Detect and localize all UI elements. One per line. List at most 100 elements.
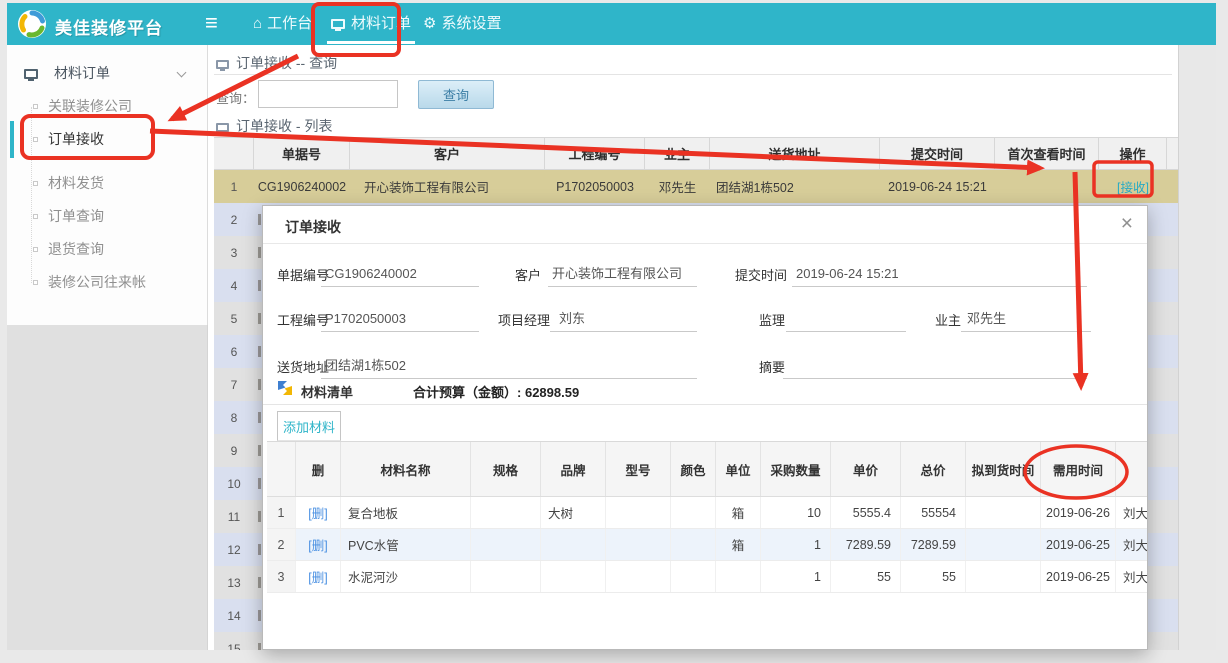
material-cell-eta <box>966 497 1041 528</box>
material-column-规格: 规格 <box>471 442 541 496</box>
dialog-title: 订单接收 <box>285 217 341 237</box>
row-text-fragment <box>258 214 261 225</box>
table-row[interactable]: 1CG1906240002开心装饰工程有限公司P1702050003邓先生团结湖… <box>214 170 1178 203</box>
row-text-fragment <box>258 577 261 588</box>
material-cell-unit: 箱 <box>716 529 761 560</box>
material-cell-name: 复合地板 <box>341 497 471 528</box>
row-cell-project_no: P1702050003 <box>545 170 645 203</box>
orders-table-header: 单据号客户工程编号业主送货地址提交时间首次查看时间操作 <box>214 137 1178 170</box>
row-number: 2 <box>214 203 254 236</box>
bullet-icon <box>33 247 38 252</box>
bullet-icon <box>33 104 38 109</box>
column-header-提交时间: 提交时间 <box>880 138 995 169</box>
material-cell-unit <box>716 561 761 592</box>
column-header-客户: 客户 <box>350 138 545 169</box>
material-column-单价: 单价 <box>831 442 901 496</box>
material-cell-unit: 箱 <box>716 497 761 528</box>
material-cell-color <box>671 497 716 528</box>
dialog-titlebar <box>263 206 1147 244</box>
sidebar-item-label: 关联装修公司 <box>48 98 132 114</box>
row-number: 15 <box>214 632 254 650</box>
material-column-blank <box>1116 442 1148 496</box>
material-cell-total: 55 <box>901 561 966 592</box>
delete-link[interactable]: [删] <box>308 535 327 554</box>
column-header-单据号: 单据号 <box>254 138 350 169</box>
summary-field[interactable] <box>783 354 1087 379</box>
row-cell-address: 团结湖1栋502 <box>710 170 880 203</box>
sidebar-item-label: 退货查询 <box>48 241 104 257</box>
monitor-icon <box>216 123 229 132</box>
add-material-button[interactable]: 添加材料 <box>277 411 341 441</box>
row-number: 9 <box>214 434 254 467</box>
material-cell-model <box>606 497 671 528</box>
column-header-操作: 操作 <box>1099 138 1167 169</box>
material-cell-extra: 刘大 <box>1116 529 1148 560</box>
nav-item-1[interactable]: ⌂工作台 <box>253 3 312 45</box>
receive-link[interactable]: [接收] <box>1117 177 1149 196</box>
materials-table: 删材料名称规格品牌型号颜色单位采购数量单价总价拟到货时间需用时间 1[删]复合地… <box>267 441 1148 593</box>
customer-field[interactable]: 开心装饰工程有限公司 <box>548 262 697 287</box>
project-no-value: P1702050003 <box>321 307 406 331</box>
material-cell-del[interactable]: [删] <box>296 497 341 528</box>
material-column-型号: 型号 <box>606 442 671 496</box>
owner-field[interactable]: 邓先生 <box>961 307 1091 332</box>
receive-action-cell[interactable]: [接收] <box>1099 170 1167 203</box>
divider <box>214 74 1172 75</box>
query-label: 查询： <box>216 88 255 107</box>
query-input[interactable] <box>258 80 398 108</box>
nav-item-2[interactable]: 材料订单 <box>331 3 411 45</box>
material-cell-eta <box>966 529 1041 560</box>
sidebar-item-3[interactable]: 材料发货 <box>7 167 207 200</box>
project-manager-field[interactable]: 刘东 <box>550 307 697 332</box>
hamburger-menu-icon[interactable]: ≡ <box>205 10 218 36</box>
project-no-field[interactable]: P1702050003 <box>321 307 479 332</box>
row-text-fragment <box>258 610 261 621</box>
row-text-fragment <box>258 247 261 258</box>
sidebar-item-2[interactable]: 订单接收 <box>7 123 207 156</box>
material-row: 2[删]PVC水管箱17289.597289.592019-06-25刘大 <box>267 529 1148 561</box>
row-cell-order_no: CG1906240002 <box>254 170 350 203</box>
material-cell-spec <box>471 497 541 528</box>
row-text-fragment <box>258 412 261 423</box>
submit-time-field[interactable]: 2019-06-24 15:21 <box>792 262 1087 287</box>
row-cell-submit_time: 2019-06-24 15:21 <box>880 170 995 203</box>
close-icon[interactable]: × <box>1121 211 1133 237</box>
summary-label: 摘要 <box>759 357 785 376</box>
row-cell-first_view_time <box>995 170 1099 203</box>
row-number: 14 <box>214 599 254 632</box>
sidebar-group-material-orders[interactable]: 材料订单 <box>7 55 207 91</box>
query-button[interactable]: 查询 <box>418 80 494 109</box>
row-number: 12 <box>214 533 254 566</box>
row-text-fragment <box>258 478 261 489</box>
owner-value: 邓先生 <box>961 307 1006 331</box>
supervisor-field[interactable] <box>786 307 906 332</box>
material-cell-price: 55 <box>831 561 901 592</box>
bullet-icon <box>33 214 38 219</box>
monitor-icon <box>24 69 38 79</box>
row-cell-filler <box>1167 170 1178 203</box>
sidebar-item-6[interactable]: 装修公司往来帐 <box>7 266 207 299</box>
column-header-首次查看时间: 首次查看时间 <box>995 138 1099 169</box>
bullet-icon <box>33 181 38 186</box>
sidebar-item-1[interactable]: 关联装修公司 <box>7 90 207 123</box>
sidebar-item-4[interactable]: 订单查询 <box>7 200 207 233</box>
screenshot-canvas: 美佳装修平台 ≡ ⌂工作台材料订单⚙系统设置 材料订单 关联装修公司订单接收材料… <box>0 0 1228 663</box>
order-no-field[interactable]: CG1906240002 <box>321 262 479 287</box>
row-text-fragment <box>258 643 261 650</box>
column-header-工程编号: 工程编号 <box>545 138 645 169</box>
material-cell-name: 水泥河沙 <box>341 561 471 592</box>
delete-link[interactable]: [删] <box>308 567 327 586</box>
material-cell-del[interactable]: [删] <box>296 529 341 560</box>
delivery-address-field[interactable]: 团结湖1栋502 <box>321 354 697 379</box>
material-cell-del[interactable]: [删] <box>296 561 341 592</box>
customer-label: 客户 <box>515 265 541 284</box>
material-cell-no: 2 <box>267 529 296 560</box>
row-number: 10 <box>214 467 254 500</box>
material-cell-no: 3 <box>267 561 296 592</box>
delivery-address-value: 团结湖1栋502 <box>321 354 406 378</box>
material-cell-spec <box>471 529 541 560</box>
nav-item-3[interactable]: ⚙系统设置 <box>423 3 501 45</box>
delete-link[interactable]: [删] <box>308 503 327 522</box>
column-header-blank <box>1167 138 1178 169</box>
sidebar-item-5[interactable]: 退货查询 <box>7 233 207 266</box>
